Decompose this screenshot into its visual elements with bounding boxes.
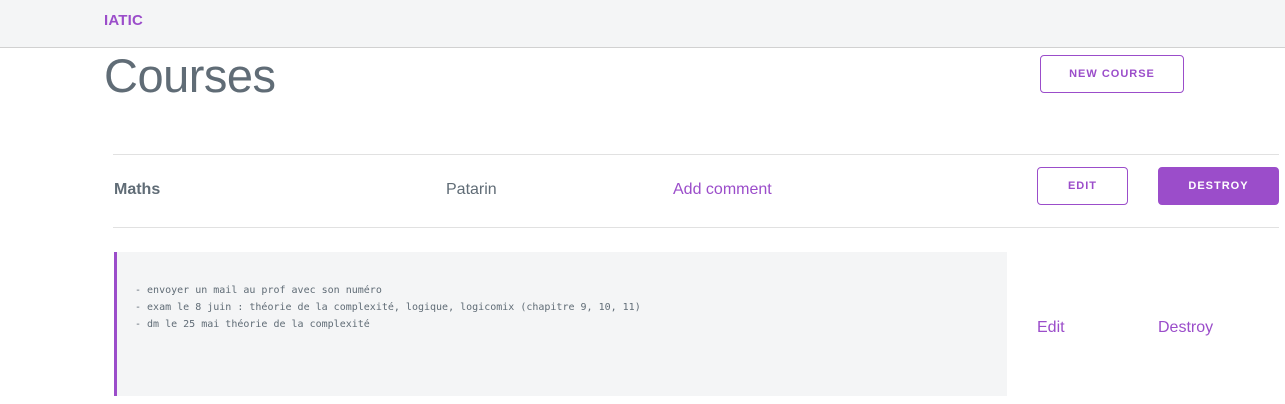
destroy-course-button[interactable]: DESTROY — [1158, 167, 1279, 205]
course-name: Maths — [114, 181, 161, 198]
comment-block: - envoyer un mail au prof avec son numér… — [114, 252, 1007, 396]
edit-course-button[interactable]: EDIT — [1037, 167, 1128, 205]
brand-link[interactable]: IATIC — [104, 12, 143, 29]
comment-line: - envoyer un mail au prof avec son numér… — [135, 285, 382, 296]
comment-line: - exam le 8 juin : théorie de la complex… — [135, 302, 641, 313]
comment-line: - dm le 25 mai théorie de la complexité — [135, 319, 370, 330]
course-teacher: Patarin — [446, 181, 497, 198]
page-title: Courses — [104, 49, 276, 102]
add-comment-link[interactable]: Add comment — [673, 181, 772, 199]
edit-comment-link[interactable]: Edit — [1037, 319, 1065, 337]
new-course-button[interactable]: NEW COURSE — [1040, 55, 1184, 93]
table-divider-bottom — [113, 227, 1279, 228]
table-divider-top — [113, 154, 1279, 155]
destroy-comment-link[interactable]: Destroy — [1158, 319, 1213, 337]
navbar: IATIC — [0, 0, 1285, 48]
